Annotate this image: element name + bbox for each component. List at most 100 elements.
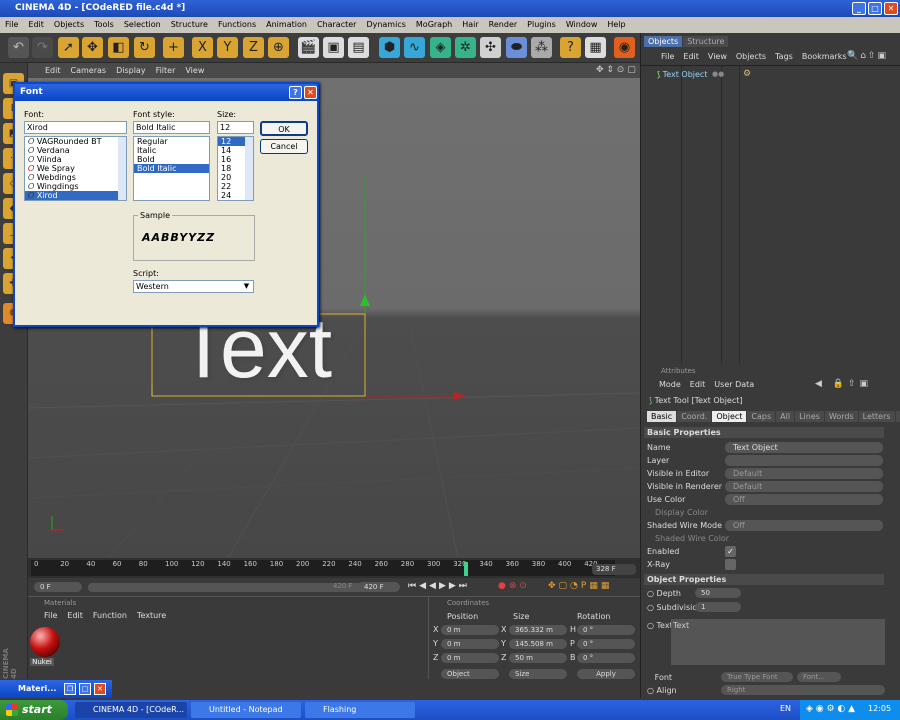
spline-icon[interactable]: ∿ [404,37,425,58]
list-item[interactable]: Italic [134,146,209,155]
scale-icon[interactable]: ◧ [108,37,129,58]
deformer-icon[interactable]: ✣ [480,37,501,58]
render-settings-icon[interactable]: ▤ [348,37,369,58]
font-name-input[interactable]: Xirod [24,121,127,134]
dialog-close-button[interactable]: ✕ [304,86,317,99]
objects-menu-edit[interactable]: Edit [683,52,699,61]
menu-objects[interactable]: Objects [49,17,89,33]
visibility-dots-icon[interactable]: ●● [712,70,724,78]
list-item[interactable]: 𝑂 Verdana [25,146,126,155]
rotation-field[interactable]: 0 ° [577,653,635,663]
materials-menu-edit[interactable]: Edit [67,611,83,620]
coord-mode-select[interactable]: Object [441,669,499,679]
minimize-button[interactable]: _ [852,2,866,15]
tab-structure[interactable]: Structure [683,36,729,47]
size-field[interactable]: 50 m [509,653,567,663]
attr-tab-object[interactable]: Object [712,411,747,422]
menu-selection[interactable]: Selection [119,17,166,33]
attr-tab-letters[interactable]: Letters [858,411,895,422]
select-icon[interactable]: ➚ [58,37,79,58]
render-picture-viewer-icon[interactable]: ▣ [323,37,344,58]
list-item[interactable]: Regular [134,137,209,146]
materials-menu-function[interactable]: Function [93,611,127,620]
attributes-menu-user-data[interactable]: User Data [714,380,754,389]
objects-menu-view[interactable]: View [708,52,727,61]
undo-icon[interactable]: ↶ [8,37,29,58]
start-frame-field[interactable]: 0 F [34,582,82,592]
scene-icon[interactable]: ⬬ [506,37,527,58]
objects-menu-file[interactable]: File [661,52,674,61]
list-item[interactable]: 𝑂 Wingdings [25,182,126,191]
tray-icons[interactable]: ◈ ◉ ⚙ ◐ ▲ [806,704,855,714]
menu-mograph[interactable]: MoGraph [411,17,457,33]
attr-tab-lines[interactable]: Lines [795,411,824,422]
menu-character[interactable]: Character [312,17,362,33]
layout-icon[interactable]: ▦ [585,37,606,58]
cancel-button[interactable]: Cancel [260,139,308,154]
font-list-scrollbar[interactable] [118,137,126,200]
script-select[interactable]: Western ▼ [133,280,254,293]
menu-structure[interactable]: Structure [166,17,213,33]
language-indicator[interactable]: EN [780,704,791,713]
materials-menu-file[interactable]: File [44,611,57,620]
y-axis-icon[interactable]: Y [217,37,238,58]
menu-functions[interactable]: Functions [213,17,261,33]
font-list[interactable]: 𝑂 VAGRounded BT 𝑂 Verdana 𝑂 Viinda 𝑂 We Spr… [24,136,127,201]
apply-button[interactable]: Apply [577,669,635,679]
text-field[interactable]: Text [671,619,885,665]
list-item[interactable]: 𝑂 VAGRounded BT [25,137,126,146]
font-style-input[interactable]: Bold Italic [133,121,210,134]
key-type-icons[interactable]: ✥▢◔P▦▦ [548,581,612,591]
minimized-materials-window[interactable]: Materi... ❐ □ ✕ [0,680,112,698]
attributes-menu-edit[interactable]: Edit [690,380,706,389]
rotate-icon[interactable]: ↻ [134,37,155,58]
viewport-menu-display[interactable]: Display [111,63,151,78]
preview-range-slider[interactable] [88,583,368,592]
record-icon[interactable]: ◉ [614,37,635,58]
tab-objects[interactable]: Objects [644,36,683,47]
objects-menu-bookmarks[interactable]: Bookmarks [802,52,847,61]
x-axis-icon[interactable]: X [192,37,213,58]
align-select[interactable]: Right [721,685,885,695]
redo-icon[interactable]: ↷ [32,37,53,58]
cube-icon[interactable]: ⬢ [379,37,400,58]
prop-value[interactable]: ✓ [725,546,736,557]
move-icon[interactable]: ✥ [82,37,103,58]
list-item[interactable]: Bold [134,155,209,164]
menu-help[interactable]: Help [602,17,630,33]
playback-controls-icons[interactable]: ⏮◀◀▶▶⏭ [408,581,470,591]
rotation-field[interactable]: 0 ° [577,639,635,649]
taskbar-item-notepad[interactable]: Untitled - Notepad [191,702,301,718]
rotation-field[interactable]: 0 ° [577,625,635,635]
help-icon[interactable]: ? [560,37,581,58]
list-item[interactable]: 𝑂 Viinda [25,155,126,164]
viewport-menu-filter[interactable]: Filter [151,63,181,78]
list-item[interactable]: 𝑂 We Spray [25,164,126,173]
close-button[interactable]: ✕ [884,2,898,15]
subdivision-field[interactable]: 1 [695,602,741,612]
menu-tools[interactable]: Tools [89,17,119,33]
attr-tab-phong[interactable]: Phong [895,411,900,422]
attr-tab-caps[interactable]: Caps [747,411,776,422]
objects-menu-objects[interactable]: Objects [736,52,766,61]
menu-edit[interactable]: Edit [23,17,49,33]
prop-value[interactable]: Text Object [725,442,883,453]
text-object-item[interactable]: ⟆ Text Object [657,70,707,79]
size-field[interactable]: 145.508 m [509,639,567,649]
render-view-icon[interactable]: 🎬 [298,37,319,58]
array-icon[interactable]: ✲ [455,37,476,58]
prop-value[interactable] [725,455,883,466]
menu-plugins[interactable]: Plugins [522,17,561,33]
help-button[interactable]: ? [289,86,302,99]
nurbs-icon[interactable]: ◈ [430,37,451,58]
menu-window[interactable]: Window [561,17,603,33]
material-name[interactable]: Nukei [30,658,54,666]
position-field[interactable]: 0 m [441,653,499,663]
end-frame-field[interactable]: 420 F [358,582,400,592]
font-type-select[interactable]: True Type Font [721,672,793,682]
size-input[interactable]: 12 [217,121,254,134]
tag-icon[interactable]: ⚙ [743,69,751,79]
objects-menu-tags[interactable]: Tags [775,52,793,61]
object-manager-nav-icons[interactable]: 🔍⌂⇧▣ [847,51,888,61]
z-axis-icon[interactable]: Z [243,37,264,58]
